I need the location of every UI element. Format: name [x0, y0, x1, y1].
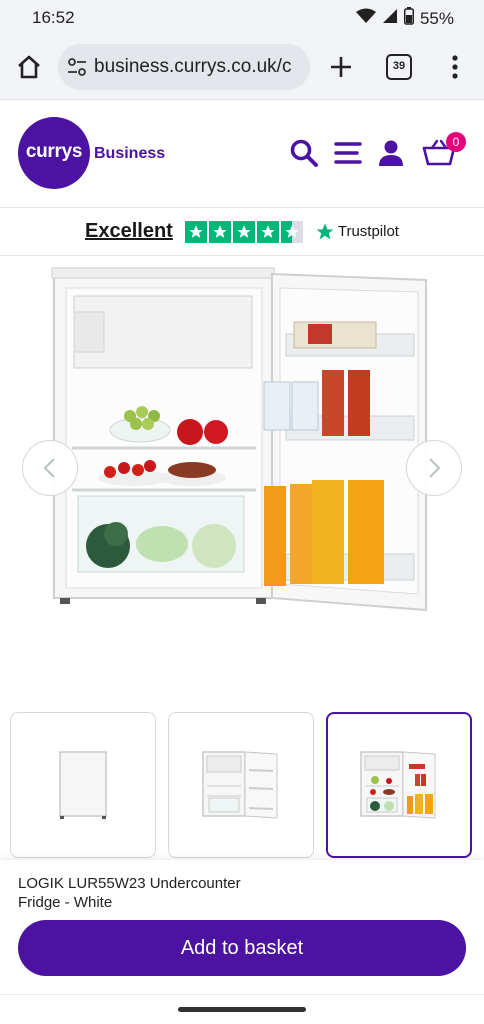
add-to-basket-button[interactable]: Add to basket: [18, 920, 466, 976]
product-image-carousel[interactable]: [0, 256, 484, 696]
trustpilot-brand: Trustpilot: [337, 223, 399, 240]
tab-switcher-button[interactable]: 39: [386, 54, 412, 80]
thumbnail-fridge-open-empty: [202, 751, 278, 819]
product-image-fridge-open: [51, 267, 427, 612]
status-time: 16:52: [32, 8, 75, 27]
battery-icon: [403, 7, 414, 30]
basket-count-badge: 0: [446, 132, 466, 152]
carousel-prev-button[interactable]: [22, 440, 78, 496]
carousel-next-button[interactable]: [406, 440, 462, 496]
account-button[interactable]: [376, 138, 406, 168]
thumbnail-fridge-closed: [59, 751, 107, 819]
thumbnail-strip: [10, 712, 474, 858]
system-navigation-bar: [0, 994, 484, 1024]
currys-logo[interactable]: currys: [18, 117, 90, 189]
home-icon: [18, 55, 40, 79]
battery-percent: 55%: [419, 8, 454, 28]
thumbnail-fridge-open-stocked: [360, 751, 436, 819]
status-icons: 55%: [355, 7, 454, 30]
trustpilot-banner[interactable]: Excellent Trustpilot: [0, 208, 484, 256]
thumbnail-3[interactable]: [326, 712, 472, 858]
star-icon: [184, 220, 207, 243]
address-bar[interactable]: business.currys.co.uk/c: [58, 44, 310, 90]
trustpilot-logo: Trustpilot: [315, 222, 399, 242]
half-star-icon: [280, 220, 303, 243]
status-bar: 16:52 55%: [0, 0, 484, 36]
product-title: LOGIK LUR55W23 Undercounter Fridge - Whi…: [18, 875, 241, 911]
hamburger-icon: [334, 142, 362, 164]
star-icon: [256, 220, 279, 243]
trust-stars: [184, 220, 303, 243]
gesture-handle[interactable]: [178, 1007, 306, 1012]
menu-button[interactable]: [333, 138, 363, 168]
sticky-add-to-basket-bar: LOGIK LUR55W23 Undercounter Fridge - Whi…: [0, 860, 484, 994]
star-icon: [208, 220, 231, 243]
browser-toolbar: business.currys.co.uk/c 39: [0, 36, 484, 100]
chevron-left-icon: [43, 458, 55, 478]
more-vert-icon: [452, 55, 458, 79]
search-icon: [290, 139, 318, 167]
site-settings-icon[interactable]: [66, 56, 88, 78]
new-tab-button[interactable]: [326, 52, 356, 82]
trustpilot-star-icon: [316, 223, 334, 239]
thumbnail-1[interactable]: [10, 712, 156, 858]
user-icon: [379, 140, 403, 166]
search-button[interactable]: [289, 138, 319, 168]
chevron-right-icon: [429, 458, 441, 478]
site-header: currys Business 0: [0, 100, 484, 208]
logo-business-label[interactable]: Business: [94, 145, 165, 163]
home-button[interactable]: [14, 52, 44, 82]
wifi-icon: [355, 8, 376, 29]
browser-menu-button[interactable]: [442, 52, 468, 82]
plus-icon: [331, 57, 351, 77]
star-icon: [232, 220, 255, 243]
thumbnail-2[interactable]: [168, 712, 314, 858]
signal-icon: [382, 8, 398, 29]
trust-rating-label: Excellent: [85, 220, 173, 242]
logo-wordmark: currys: [25, 141, 83, 162]
url-text[interactable]: business.currys.co.uk/c: [94, 56, 306, 78]
